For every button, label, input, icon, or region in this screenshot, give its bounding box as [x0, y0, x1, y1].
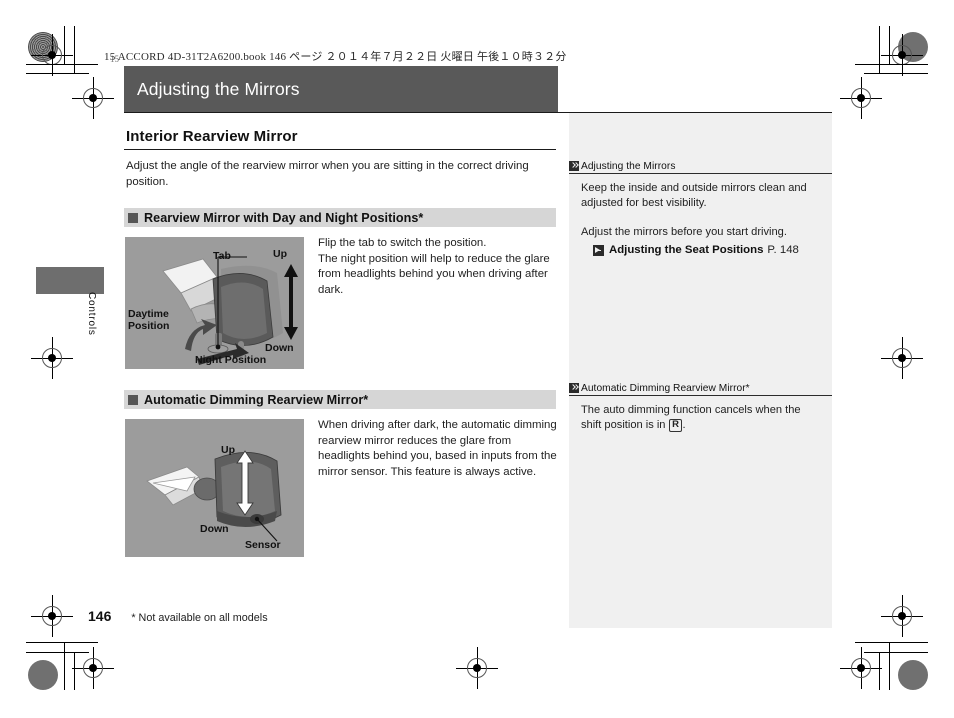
sidebar-block-title: Adjusting the Mirrors	[581, 160, 676, 172]
section-heading-auto-dimming: Automatic Dimming Rearview Mirror*	[124, 390, 556, 409]
sidebar-block-header: Adjusting the Mirrors	[569, 159, 832, 174]
crop-line-tl-v1	[64, 26, 65, 64]
figure-label-down: Down	[200, 523, 229, 535]
page-number: 146	[88, 608, 112, 624]
sidebar-block-header: Automatic Dimming Rearview Mirror*	[569, 381, 832, 396]
registration-mark-bottom-right-a	[881, 595, 923, 637]
section-heading-day-night: Rearview Mirror with Day and Night Posit…	[124, 208, 556, 227]
crop-line-tr-h2	[864, 73, 928, 74]
figure-label-night-position: Night Position	[195, 354, 267, 366]
double-chevron-icon	[569, 383, 579, 393]
chapter-edge-tab-label: Controls	[86, 292, 97, 336]
registration-mark-mid-left	[31, 337, 73, 379]
sidebar-text-after-gear: .	[682, 419, 686, 432]
page-title: Adjusting the Mirrors	[137, 78, 300, 99]
sidebar-block-auto-dimming: Automatic Dimming Rearview Mirror* The a…	[569, 381, 832, 433]
intro-paragraph: Adjust the angle of the rearview mirror …	[126, 160, 529, 188]
page-footer: 146 * Not available on all models	[88, 608, 268, 624]
footnote-text: * Not available on all models	[131, 612, 268, 624]
figure-label-tab: Tab	[213, 250, 231, 262]
section-body-text: Flip the tab to switch the position. The…	[318, 237, 550, 296]
registration-mark-mid-right	[881, 337, 923, 379]
crop-line-tr-h1	[855, 64, 928, 65]
double-chevron-icon	[569, 161, 579, 171]
subheading: Interior Rearview Mirror	[126, 128, 298, 145]
crop-line-bl-v1	[64, 642, 65, 690]
reference-arrow-icon	[593, 244, 604, 256]
square-bullet-icon	[128, 212, 138, 223]
crop-line-bl-h2	[26, 652, 89, 653]
cross-reference-link[interactable]: Adjusting the Seat Positions P. 148	[581, 243, 822, 258]
print-header-line: 15 ACCORD 4D-31T2A6200.book 146 ページ ２０１４…	[104, 51, 567, 63]
crop-line-tr-v2	[879, 26, 880, 73]
crop-line-br-v1	[889, 642, 890, 690]
density-blob-bottom-left	[28, 660, 58, 690]
crop-line-br-h1	[855, 642, 928, 643]
crop-line-tl-h1	[26, 64, 98, 65]
registration-mark-bottom-center	[456, 647, 498, 689]
figure-label-down: Down	[265, 342, 294, 354]
figure-label-up: Up	[273, 248, 287, 260]
registration-mark-top-right-b	[840, 77, 882, 119]
figure-rearview-mirror-day-night: Tab Up Down Daytime Position Night Posit…	[124, 236, 305, 370]
crop-line-tl-h2	[26, 73, 89, 74]
sidebar-block-body: The auto dimming function cancels when t…	[569, 396, 832, 433]
registration-mark-bottom-left-b	[72, 647, 114, 689]
page-content: Adjusting the Mirrors Interior Rearview …	[124, 66, 832, 628]
cross-reference-page: P. 148	[767, 243, 799, 256]
sidebar-block-title: Automatic Dimming Rearview Mirror*	[581, 382, 750, 394]
figure-row-auto-dimming: Up Down Sensor When driving after dark, …	[124, 418, 558, 558]
sidebar-paragraph: Adjust the mirrors before you start driv…	[581, 226, 787, 239]
registration-mark-bottom-left-a	[31, 595, 73, 637]
crop-line-bl-v2	[74, 652, 75, 690]
chapter-edge-tab	[36, 267, 104, 294]
sidebar-text-before-gear: The auto dimming function cancels when t…	[581, 404, 801, 432]
figure-label-daytime-position: Daytime Position	[128, 308, 170, 332]
sidebar-block-body: Keep the inside and outside mirrors clea…	[569, 174, 832, 258]
cross-reference-title: Adjusting the Seat Positions	[609, 243, 764, 256]
figure-label-up: Up	[221, 444, 235, 456]
gear-position-badge: R	[668, 418, 683, 432]
crop-line-tr-v1	[889, 26, 890, 64]
section-body-text: When driving after dark, the automatic d…	[318, 419, 557, 478]
square-bullet-icon	[128, 394, 138, 405]
crop-line-br-v2	[879, 652, 880, 690]
registration-mark-top-left-b	[72, 77, 114, 119]
figure-row-day-night: Tab Up Down Daytime Position Night Posit…	[124, 236, 558, 370]
crop-line-bl-h1	[26, 642, 98, 643]
registration-mark-bottom-right-b	[840, 647, 882, 689]
section-heading-label: Rearview Mirror with Day and Night Posit…	[144, 210, 424, 225]
density-blob-bottom-right	[898, 660, 928, 690]
sidebar-paragraph: The auto dimming function cancels when t…	[581, 403, 822, 433]
figure-auto-dimming-mirror: Up Down Sensor	[124, 418, 305, 558]
subheading-rule	[124, 149, 556, 150]
sidebar-notes-panel: Adjusting the Mirrors Keep the inside an…	[569, 113, 832, 628]
crop-line-br-h2	[864, 652, 928, 653]
section-heading-label: Automatic Dimming Rearview Mirror*	[144, 392, 369, 407]
section-body-day-night: Flip the tab to switch the position. The…	[305, 236, 558, 370]
figure-label-sensor: Sensor	[245, 539, 281, 551]
auto-dimming-illustration	[146, 450, 282, 542]
main-column: Interior Rearview Mirror Adjust the angl…	[124, 113, 558, 558]
crop-line-tl-v2	[74, 26, 75, 73]
sidebar-block-adjusting-the-mirrors: Adjusting the Mirrors Keep the inside an…	[569, 159, 832, 258]
section-body-auto-dimming: When driving after dark, the automatic d…	[305, 418, 558, 558]
sidebar-paragraph: Keep the inside and outside mirrors clea…	[581, 182, 807, 210]
chapter-title-bar: Adjusting the Mirrors	[124, 66, 558, 112]
